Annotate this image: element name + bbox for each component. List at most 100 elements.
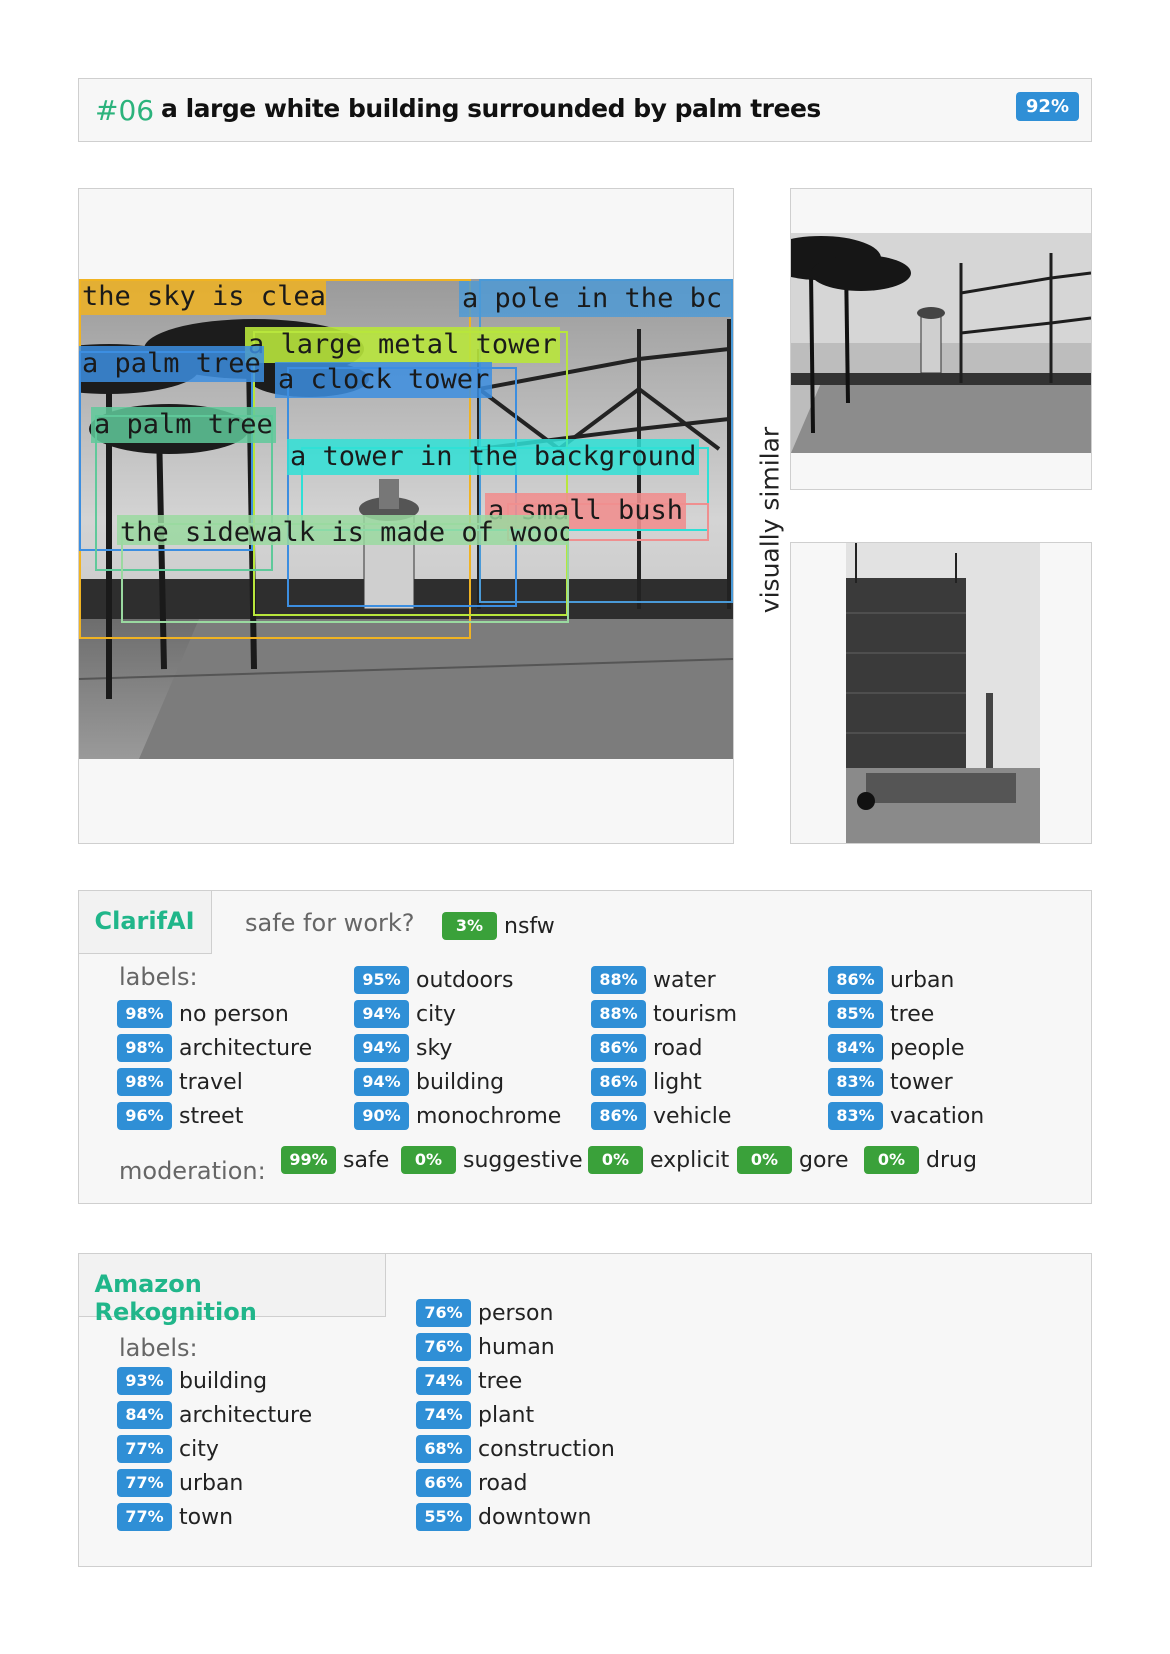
label-text: monochrome	[416, 1103, 562, 1129]
score-badge: 83%	[828, 1102, 883, 1130]
label-text: town	[179, 1504, 234, 1530]
label-score: 95% outdoors	[354, 965, 513, 995]
label-score: 86% road	[591, 1033, 702, 1063]
detection-label: the sky is clear	[79, 279, 326, 315]
score-badge: 93%	[117, 1367, 172, 1395]
score-badge: 98%	[117, 1034, 172, 1062]
label-text: human	[478, 1334, 555, 1360]
label-score: 0% drug	[864, 1145, 977, 1175]
score-badge: 0%	[864, 1146, 919, 1174]
labels-heading: labels:	[119, 1334, 198, 1362]
label-score: 0% explicit	[588, 1145, 729, 1175]
score-badge: 84%	[828, 1034, 883, 1062]
label-score: 98% travel	[117, 1067, 243, 1097]
label-text: urban	[890, 967, 955, 993]
score-badge: 77%	[117, 1469, 172, 1497]
similar-image-1[interactable]	[790, 188, 1092, 490]
score-badge: 77%	[117, 1435, 172, 1463]
label-text: tourism	[653, 1001, 738, 1027]
label-text: person	[478, 1300, 554, 1326]
similar-photo-1	[791, 233, 1091, 453]
score-badge: 94%	[354, 1068, 409, 1096]
amazon-rekognition-section: Amazon Rekognition labels: 93% building 84…	[77, 1252, 1092, 1567]
label-score: 88% water	[591, 965, 716, 995]
similar-image-2[interactable]	[790, 542, 1092, 844]
label-text: architecture	[179, 1402, 313, 1428]
image-caption: a large white building surrounded by pal…	[161, 94, 821, 123]
label-text: tower	[890, 1069, 953, 1095]
score-badge: 76%	[416, 1333, 471, 1361]
score-badge: 98%	[117, 1000, 172, 1028]
label-score: 98% no person	[117, 999, 289, 1029]
score-badge: 94%	[354, 1034, 409, 1062]
label-text: street	[179, 1103, 244, 1129]
label-text: explicit	[650, 1147, 730, 1173]
detection-label: a large metal tower	[245, 327, 560, 363]
score-badge: 84%	[117, 1401, 172, 1429]
caption-confidence-badge: 92%	[1015, 92, 1079, 121]
label-score: 76% person	[416, 1298, 553, 1328]
label-score: 74% tree	[416, 1366, 522, 1396]
score-badge: 86%	[591, 1068, 646, 1096]
score-badge: 76%	[416, 1299, 471, 1327]
label-text: sky	[416, 1035, 453, 1061]
score-badge: 98%	[117, 1068, 172, 1096]
label-text: tree	[478, 1368, 523, 1394]
label-text: construction	[478, 1436, 615, 1462]
label-text: outdoors	[416, 967, 514, 993]
label-text: building	[179, 1368, 268, 1394]
label-score: 94% sky	[354, 1033, 452, 1063]
score-badge: 96%	[117, 1102, 172, 1130]
score-badge: 94%	[354, 1000, 409, 1028]
detection-label: a palm tree	[91, 407, 276, 443]
label-score: 85% tree	[828, 999, 934, 1029]
score-badge: 95%	[354, 966, 409, 994]
label-score: 94% building	[354, 1067, 504, 1097]
score-badge: 0%	[588, 1146, 643, 1174]
clarifai-section: ClarifAI safe for work? 3% nsfw labels: …	[77, 889, 1092, 1204]
label-score: 86% urban	[828, 965, 954, 995]
clarifai-tab: ClarifAI	[77, 889, 212, 954]
score-badge: 86%	[828, 966, 883, 994]
labels-heading: labels:	[119, 963, 198, 991]
score-badge: 66%	[416, 1469, 471, 1497]
score-badge: 0%	[737, 1146, 792, 1174]
label-text: gore	[799, 1147, 849, 1173]
label-text: suggestive	[463, 1147, 583, 1173]
label-score: 90% monochrome	[354, 1101, 561, 1131]
detection-label: a pole in the bc	[459, 281, 733, 317]
label-score: 83% vacation	[828, 1101, 984, 1131]
label-score: 55% downtown	[416, 1502, 591, 1532]
label-score: 88% tourism	[591, 999, 737, 1029]
score-badge: 77%	[117, 1503, 172, 1531]
label-score: 77% town	[117, 1502, 233, 1532]
main-photo[interactable]: the sky is clear a pole in the bc a larg…	[79, 279, 733, 759]
caption-header: #06 a large white building surrounded by…	[78, 78, 1092, 142]
label-score: 68% construction	[416, 1434, 615, 1464]
score-badge: 86%	[591, 1102, 646, 1130]
label-score: 0% gore	[737, 1145, 849, 1175]
score-badge: 86%	[591, 1034, 646, 1062]
label-score: 0% suggestive	[401, 1145, 583, 1175]
label-text: downtown	[478, 1504, 592, 1530]
label-text: vacation	[890, 1103, 985, 1129]
score-badge: 83%	[828, 1068, 883, 1096]
label-text: urban	[179, 1470, 244, 1496]
label-score: 77% city	[117, 1434, 219, 1464]
amazon-tab: Amazon Rekognition	[77, 1252, 386, 1326]
score-badge: 74%	[416, 1401, 471, 1429]
score-badge: 0%	[401, 1146, 456, 1174]
label-score: 98% architecture	[117, 1033, 312, 1063]
label-score: 83% tower	[828, 1067, 953, 1097]
label-score: 74% plant	[416, 1400, 534, 1430]
score-badge: 74%	[416, 1367, 471, 1395]
score-badge: 68%	[416, 1435, 471, 1463]
moderation-heading: moderation:	[119, 1157, 266, 1185]
label-text: city	[179, 1436, 219, 1462]
score-badge: 90%	[354, 1102, 409, 1130]
score-badge: 85%	[828, 1000, 883, 1028]
label-text: plant	[478, 1402, 535, 1428]
score-badge: 88%	[591, 1000, 646, 1028]
detection-label: a tower in the background	[287, 439, 700, 475]
label-text: road	[478, 1470, 528, 1496]
